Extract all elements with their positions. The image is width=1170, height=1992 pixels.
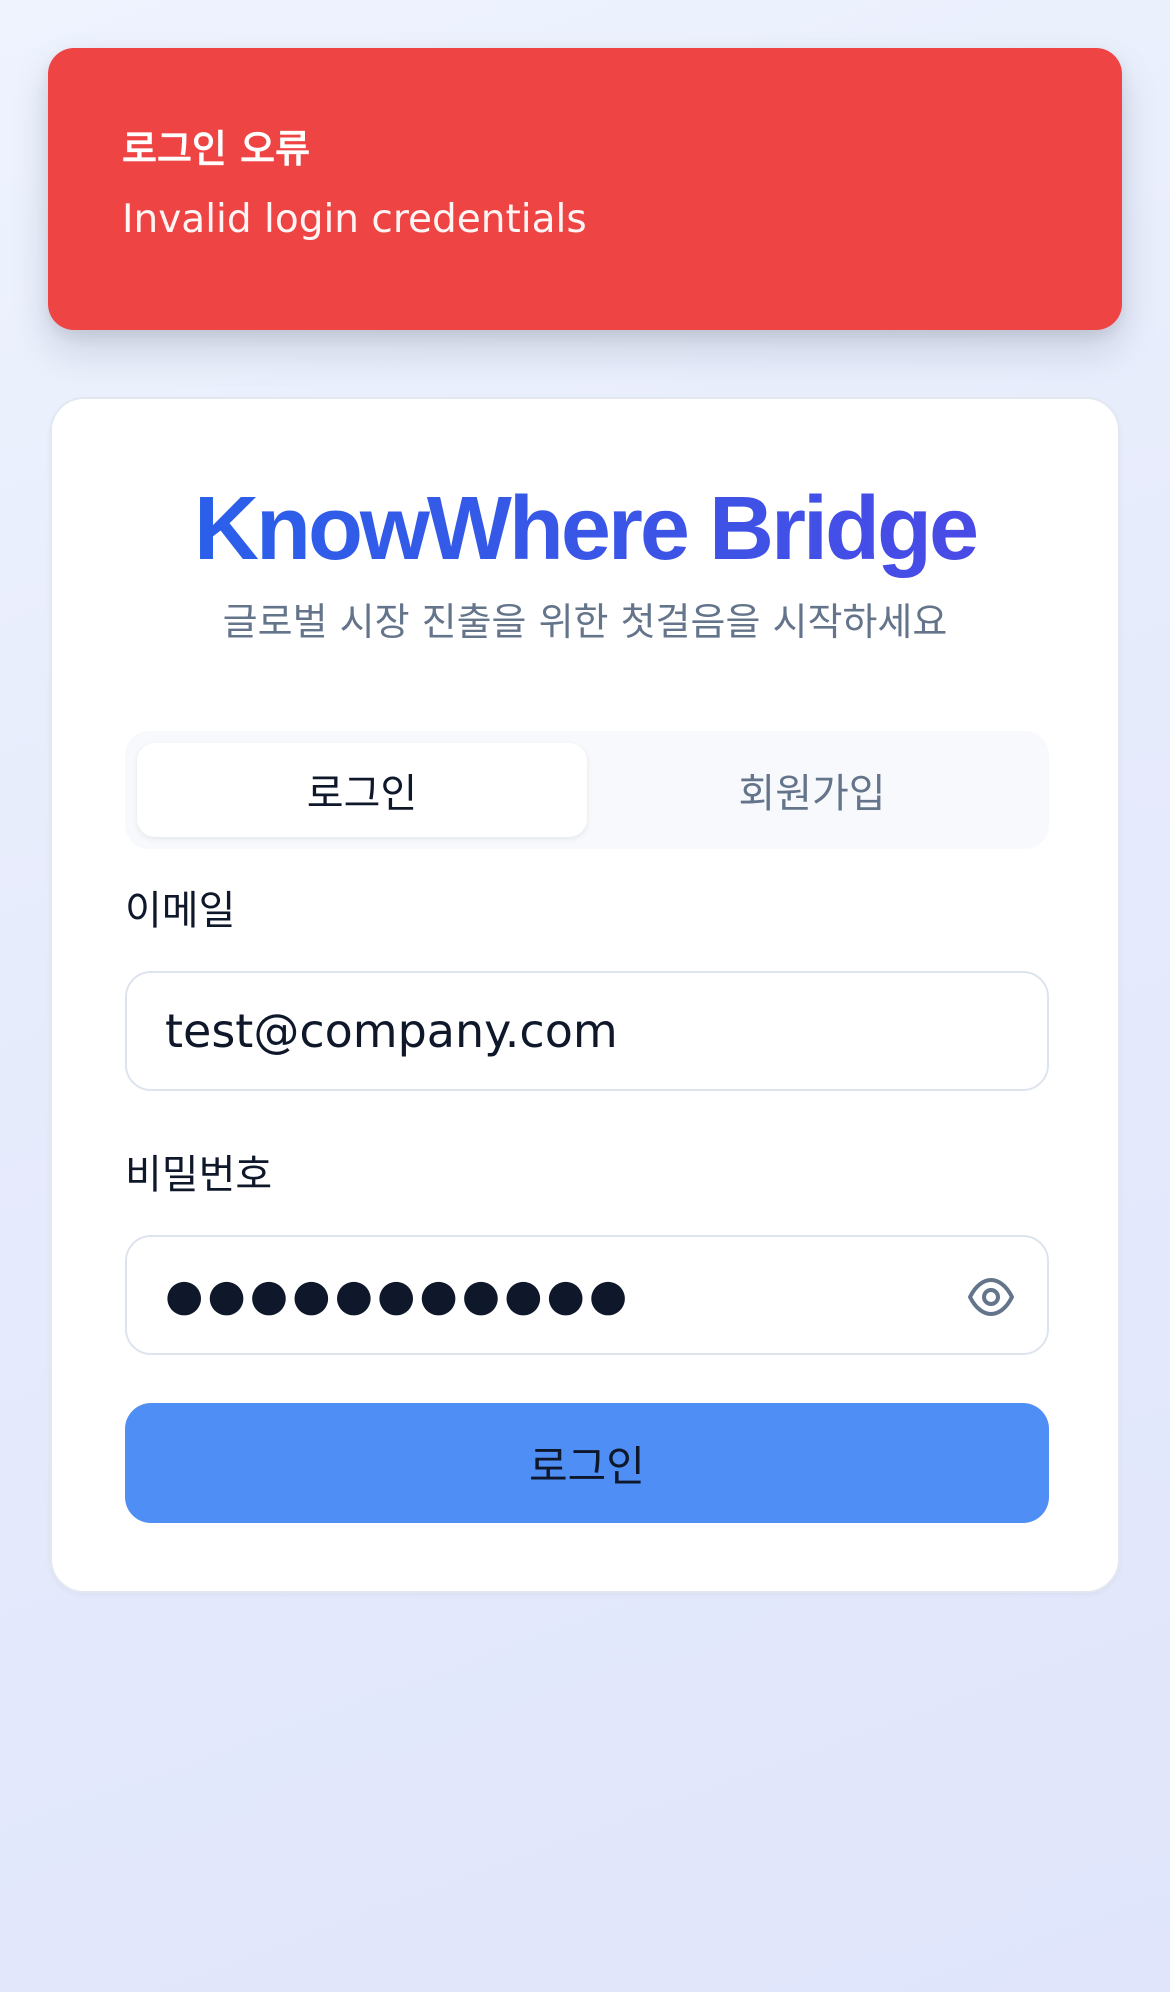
password-label: 비밀번호 [125, 1152, 273, 1198]
email-field-wrapper [125, 971, 1049, 1091]
auth-tabs: 로그인 회원가입 [125, 731, 1049, 849]
email-label: 이메일 [125, 888, 236, 934]
tab-signup[interactable]: 회원가입 [587, 743, 1037, 837]
password-input[interactable] [127, 1237, 1047, 1353]
email-input[interactable] [127, 973, 1047, 1089]
tab-login[interactable]: 로그인 [137, 743, 587, 837]
error-toast-message: Invalid login credentials [122, 197, 587, 242]
brand-subtitle: 글로벌 시장 진출을 위한 첫걸음을 시작하세요 [222, 600, 948, 644]
password-field-wrapper [125, 1235, 1049, 1355]
login-card: KnowWhere Bridge 글로벌 시장 진출을 위한 첫걸음을 시작하세… [50, 397, 1120, 1593]
brand-title: KnowWhere Bridge [52, 479, 1118, 579]
eye-icon[interactable] [967, 1275, 1015, 1319]
error-toast-title: 로그인 오류 [122, 127, 311, 171]
login-submit-button[interactable]: 로그인 [125, 1403, 1049, 1523]
error-toast: 로그인 오류 Invalid login credentials [48, 48, 1122, 330]
